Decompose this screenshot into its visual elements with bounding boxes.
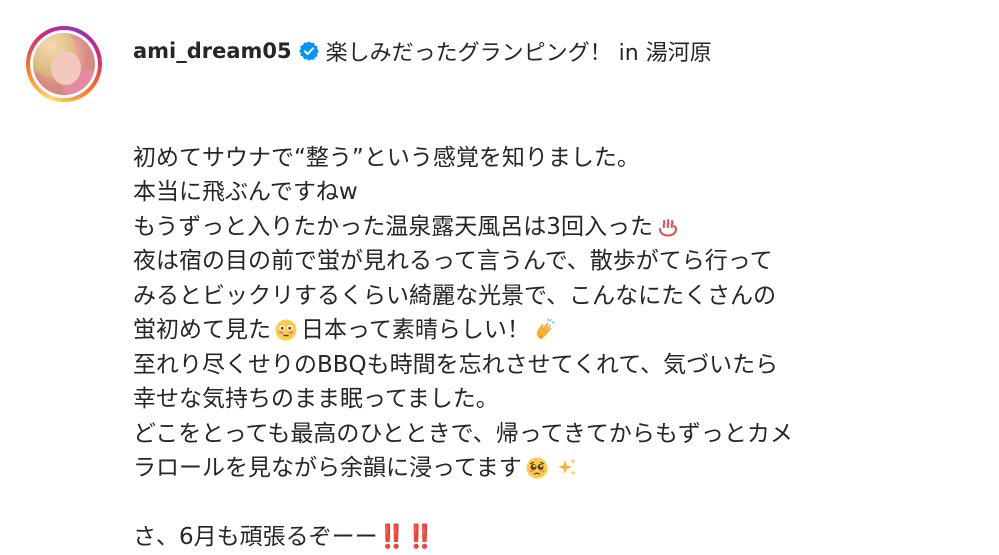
sparkles-emoji	[555, 456, 579, 480]
verified-badge-icon	[298, 40, 320, 62]
instagram-post-caption: ami_dream05 楽しみだったグランピング！ in 湯河原 初めてサウナで…	[0, 0, 999, 553]
caption-line: 本当に飛ぶんですねw	[133, 179, 358, 205]
hot-springs-emoji	[656, 215, 680, 239]
caption-line: 蛍初めて見た 日本って素晴らしい！	[133, 313, 983, 348]
flushed-face-emoji	[274, 318, 298, 342]
story-ring[interactable]	[26, 26, 102, 102]
caption-line: 夜は宿の目の前で蛍が見れるって言うんで、散歩がてら行って	[133, 248, 773, 274]
username-link[interactable]: ami_dream05	[133, 39, 292, 63]
pleading-face-emoji	[525, 456, 549, 480]
caption-line: 至れり尽くせりのBBQも時間を忘れさせてくれて、気づいたら	[133, 351, 779, 378]
caption-line: 幸せな気持ちのまま眠ってました。	[133, 386, 499, 412]
caption-line: さ、6月も頑張るぞーー‼️‼️	[133, 524, 435, 550]
caption-line: もうずっと入りたかった温泉露天風呂は3回入った	[133, 210, 983, 245]
caption-line: どこをとっても最高のひとときで、帰ってきてからもずっとカメ	[133, 420, 793, 447]
caption-body: 初めてサウナで“整う”という感覚を知りました。 本当に飛ぶんですねw もうずっと…	[133, 106, 983, 555]
caption-line: 初めてサウナで“整う”という感覚を知りました。	[133, 144, 640, 171]
post-title: 楽しみだったグランピング！ in 湯河原	[325, 41, 712, 66]
post-header: ami_dream05 楽しみだったグランピング！ in 湯河原	[133, 31, 712, 71]
avatar[interactable]	[33, 33, 95, 95]
caption-line: ラロールを見ながら余韻に浸ってます	[133, 451, 983, 486]
caption-line: みるとビックリするくらい綺麗な光景で、こんなにたくさんの	[133, 282, 777, 309]
clapping-hands-emoji	[533, 318, 557, 342]
